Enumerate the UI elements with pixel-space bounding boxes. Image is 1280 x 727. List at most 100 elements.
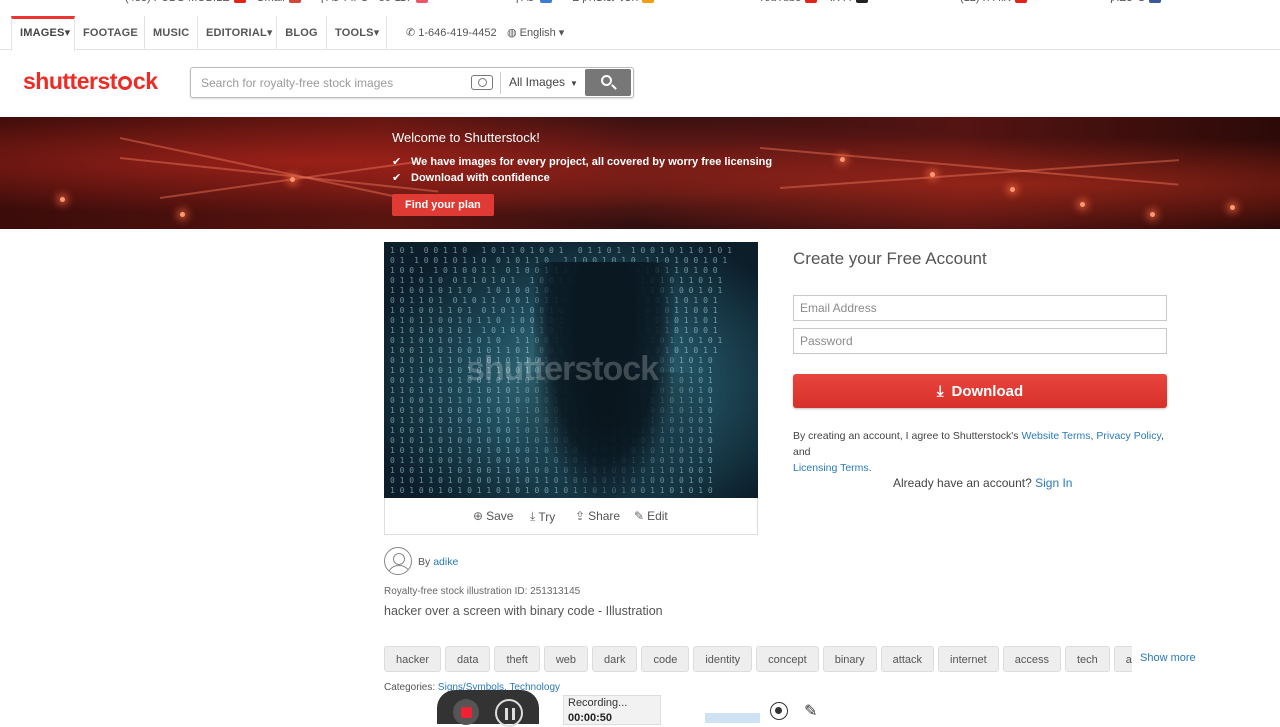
bookmark-favicon-icon bbox=[805, 0, 818, 3]
nav-music[interactable]: MUSIC bbox=[145, 16, 198, 50]
keyword-tag[interactable]: concept bbox=[756, 646, 819, 672]
download-icon: ⤓ bbox=[936, 382, 944, 400]
pen-icon[interactable]: ✎ bbox=[804, 701, 817, 721]
hero-bullet-text: We have images for every project, all co… bbox=[411, 156, 773, 168]
hero-bullet: ✔ We have images for every project, all c… bbox=[392, 155, 772, 168]
keyword-tag[interactable]: dark bbox=[592, 646, 638, 672]
tag-list: hacker data theft web dark code identity concep… bbox=[384, 646, 1132, 672]
bookmark-item[interactable]: ערוץ bbox=[515, 0, 552, 4]
plus-circle-icon: ⊕ bbox=[473, 509, 484, 523]
avatar[interactable] bbox=[384, 547, 412, 575]
nav-footage[interactable]: FOOTAGE bbox=[75, 16, 145, 50]
nav-phone[interactable]: ✆ 1-646-419-4452 bbox=[406, 16, 497, 50]
stock-id: Royalty-free stock illustration ID: 2513… bbox=[384, 586, 581, 597]
bookmark-favicon-icon bbox=[1014, 0, 1027, 3]
hero-beam bbox=[779, 159, 1180, 189]
keyword-tag[interactable]: hacker bbox=[384, 646, 442, 672]
search-button[interactable] bbox=[585, 69, 631, 96]
nav-images[interactable]: IMAGES▾ bbox=[11, 16, 75, 51]
keyword-tag[interactable]: tech bbox=[1064, 646, 1110, 672]
sign-in-link[interactable]: Sign In bbox=[1035, 476, 1072, 490]
bookmark-item[interactable]: YouTube bbox=[758, 0, 818, 4]
bookmark-favicon-icon bbox=[1149, 0, 1162, 3]
share-label: Share bbox=[588, 509, 621, 523]
hero-bullet: ✔ Download with confidence bbox=[392, 171, 550, 184]
search-input[interactable] bbox=[195, 70, 465, 95]
privacy-policy-link[interactable]: Privacy Policy bbox=[1096, 430, 1161, 442]
nav-blog[interactable]: BLOG bbox=[277, 16, 327, 50]
keyword-tag[interactable]: data bbox=[445, 646, 491, 672]
keyword-tag[interactable]: internet bbox=[938, 646, 999, 672]
keyword-tag[interactable]: identity bbox=[693, 646, 753, 672]
hero-light bbox=[1010, 187, 1015, 192]
check-icon: ✔ bbox=[392, 156, 402, 168]
bookmark-favicon-icon bbox=[233, 0, 246, 3]
create-account-title: Create your Free Account bbox=[793, 249, 987, 268]
nav-tools[interactable]: TOOLS▾ bbox=[327, 16, 387, 50]
author-link[interactable]: adike bbox=[433, 556, 458, 568]
bookmark-item[interactable]: וידאו bbox=[830, 0, 868, 4]
email-field[interactable] bbox=[793, 295, 1167, 321]
check-icon: ✔ bbox=[392, 172, 402, 184]
save-label: Save bbox=[486, 509, 514, 523]
bookmark-favicon-icon bbox=[642, 0, 655, 3]
logo-o-icon bbox=[117, 76, 132, 90]
camera-icon[interactable] bbox=[471, 75, 493, 90]
figure-shoulders bbox=[504, 372, 714, 498]
keyword-tag[interactable]: theft bbox=[494, 646, 540, 672]
download-arrow-icon: ⤓ bbox=[530, 509, 536, 523]
phone-number: 1-646-419-4452 bbox=[418, 27, 497, 39]
keyword-tag[interactable]: access bbox=[1002, 646, 1061, 672]
download-button[interactable]: ⤓ Download bbox=[793, 374, 1167, 408]
stop-recording-button[interactable] bbox=[453, 699, 479, 725]
recording-timer: 00:00:50 bbox=[568, 712, 613, 724]
globe-icon: ◍ bbox=[507, 27, 517, 39]
website-terms-link[interactable]: Website Terms bbox=[1021, 430, 1090, 442]
terms-period: . bbox=[868, 462, 872, 474]
have-account-text: Already have an account? bbox=[893, 476, 1032, 490]
bookmark-label: וידאו bbox=[830, 0, 852, 4]
bookmark-label: ערוץ bbox=[515, 0, 536, 4]
bookmark-favicon-icon bbox=[288, 0, 301, 3]
preview-image[interactable]: 1 0 1 0 0 1 1 0 1 0 1 1 0 1 0 0 1 0 1 1 … bbox=[384, 242, 758, 498]
language-selector[interactable]: ◍ English ▾ bbox=[507, 16, 564, 50]
by-label: By bbox=[418, 556, 431, 568]
bookmark-label: ערוץ FIFO - 80-117 bbox=[320, 0, 412, 4]
show-more-link[interactable]: Show more bbox=[1140, 652, 1196, 664]
keyword-tag[interactable]: code bbox=[641, 646, 690, 672]
bookmark-item[interactable]: Gmail bbox=[256, 0, 301, 4]
author-line: By adike bbox=[418, 556, 458, 568]
bookmark-item[interactable]: פייסבוק bbox=[1110, 0, 1162, 4]
search-scope-dropdown[interactable]: All Images ▼ bbox=[509, 68, 578, 97]
password-field[interactable] bbox=[793, 328, 1167, 354]
edit-icon: ✎ bbox=[634, 509, 645, 523]
bookmark-item[interactable]: (12) אווירה bbox=[960, 0, 1027, 4]
nav-editorial[interactable]: EDITORIAL▾ bbox=[198, 16, 277, 50]
search-icon bbox=[601, 75, 612, 86]
try-button[interactable]: ⤓ Try bbox=[530, 509, 555, 524]
phone-icon: ✆ bbox=[406, 27, 416, 39]
pause-recording-button[interactable] bbox=[495, 699, 523, 727]
bookmark-item[interactable]: הכל למשחקים bbox=[572, 0, 655, 4]
shutterstock-logo[interactable]: shutterst ck bbox=[23, 68, 158, 95]
bookmark-favicon-icon bbox=[539, 0, 552, 3]
share-button[interactable]: ⇪ Share bbox=[575, 509, 620, 523]
find-plan-button[interactable]: Find your plan bbox=[392, 194, 494, 216]
keyword-tag[interactable]: attack bbox=[880, 646, 935, 672]
bookmark-item[interactable]: (433) PUBG MOBILE bbox=[125, 0, 246, 4]
webcam-icon[interactable] bbox=[770, 702, 788, 720]
recorder-progress bbox=[705, 713, 760, 723]
bookmark-item[interactable]: ערוץ FIFO - 80-117 bbox=[320, 0, 429, 4]
hero-light bbox=[930, 172, 935, 177]
bookmark-label: (12) אווירה bbox=[960, 0, 1011, 4]
top-nav: IMAGES▾ FOOTAGE MUSIC EDITORIAL▾ BLOG TO… bbox=[0, 8, 1280, 51]
keyword-tag[interactable]: anti bbox=[1113, 646, 1132, 672]
save-button[interactable]: ⊕ Save bbox=[473, 509, 513, 523]
hero-beam bbox=[119, 157, 439, 193]
keyword-tag[interactable]: binary bbox=[822, 646, 877, 672]
licensing-terms-link[interactable]: Licensing Terms bbox=[793, 462, 869, 474]
edit-button[interactable]: ✎ Edit bbox=[634, 509, 668, 523]
download-label: Download bbox=[951, 382, 1024, 400]
keyword-tag[interactable]: web bbox=[543, 646, 589, 672]
search-bar: All Images ▼ bbox=[190, 67, 634, 98]
